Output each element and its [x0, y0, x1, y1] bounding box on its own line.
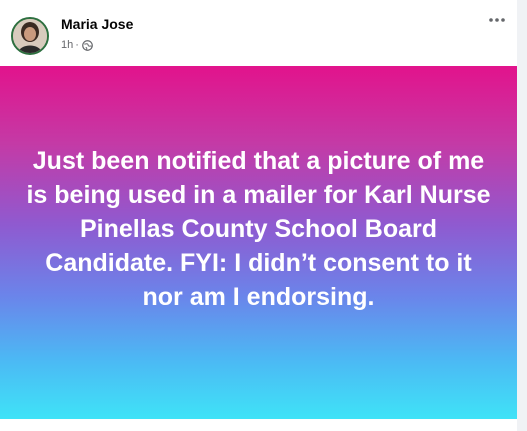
meta-separator: · [75, 39, 79, 51]
more-options-icon[interactable] [485, 10, 509, 30]
post-meta: 1h · [61, 38, 93, 52]
post-timestamp[interactable]: 1h [61, 39, 73, 51]
avatar-photo [13, 19, 47, 53]
post-background: Just been notified that a picture of me … [0, 66, 517, 419]
globe-icon[interactable] [82, 39, 93, 51]
post-text: Just been notified that a picture of me … [26, 147, 491, 311]
post-card: Maria Jose 1h · Just been notified that … [0, 0, 517, 431]
author-name[interactable]: Maria Jose [61, 16, 133, 32]
post-footer [0, 419, 517, 431]
avatar[interactable] [11, 17, 49, 55]
post-header: Maria Jose 1h · [0, 0, 517, 66]
page-background [517, 0, 527, 431]
